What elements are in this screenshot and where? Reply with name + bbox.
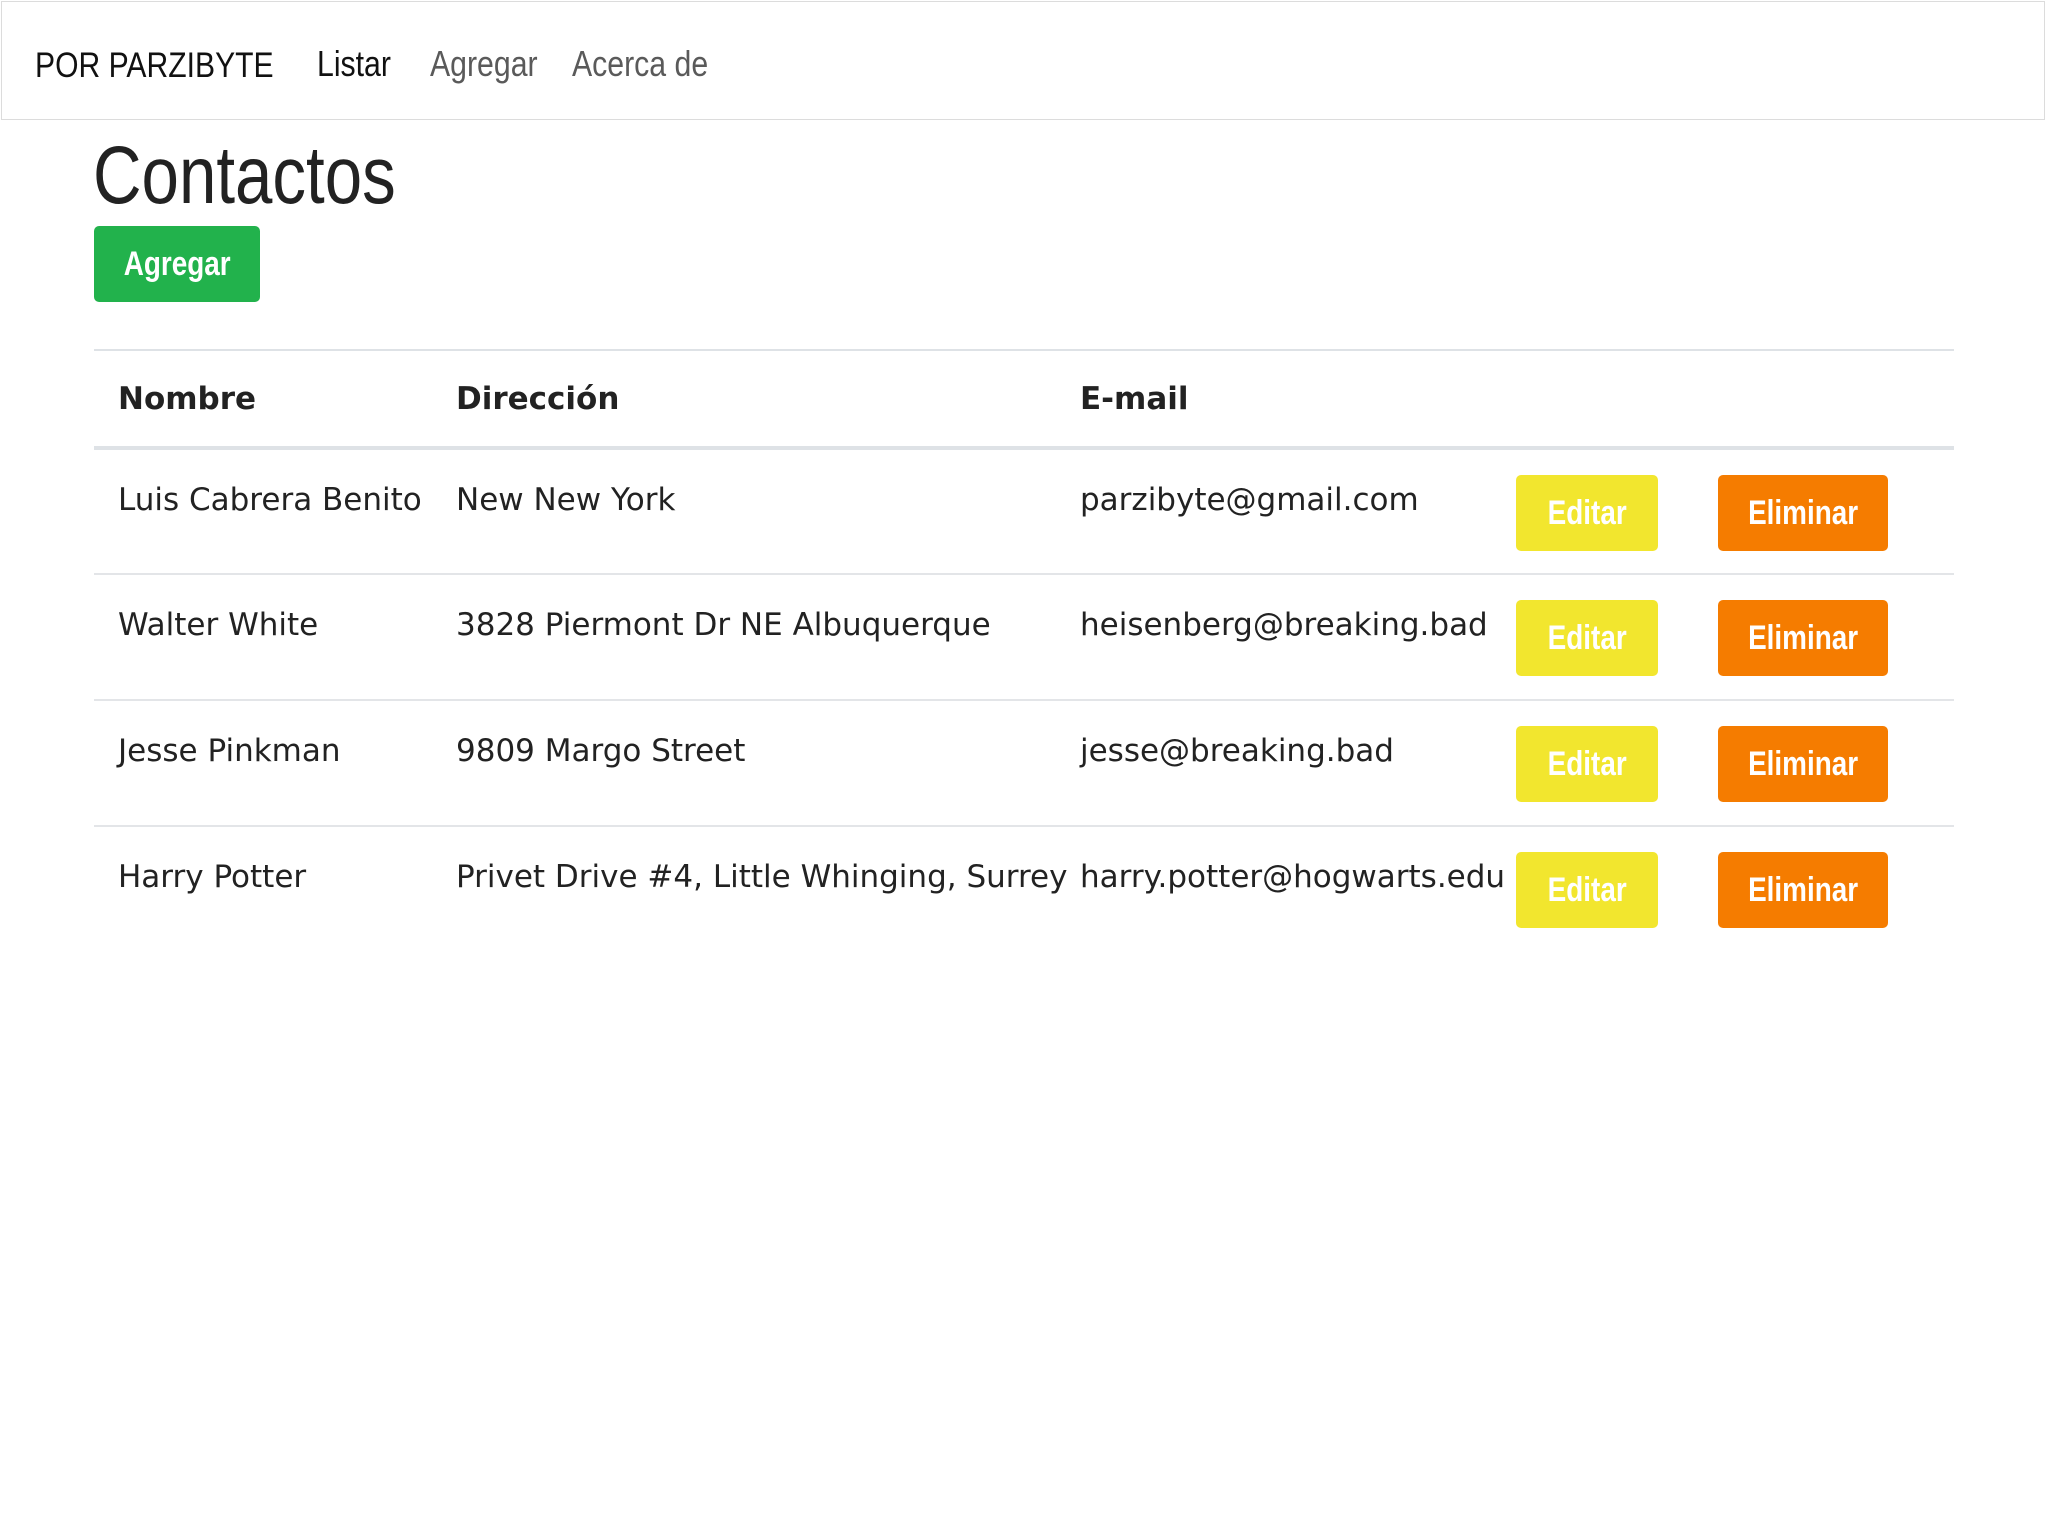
delete-button-label: Eliminar bbox=[1747, 745, 1859, 783]
cell-nombre: Luis Cabrera Benito bbox=[94, 448, 432, 575]
edit-button-label: Editar bbox=[1547, 619, 1627, 657]
table-row: Jesse Pinkman 9809 Margo Street jesse@br… bbox=[94, 700, 1954, 827]
edit-button-label: Editar bbox=[1547, 494, 1627, 532]
delete-button[interactable]: Eliminar bbox=[1718, 600, 1888, 676]
edit-button-label: Editar bbox=[1547, 871, 1627, 909]
nav-item-listar[interactable]: Listar bbox=[317, 42, 391, 86]
cell-email: harry.potter@hogwarts.edu bbox=[1080, 859, 1506, 895]
edit-button[interactable]: Editar bbox=[1516, 852, 1658, 928]
column-header-nombre: Nombre bbox=[94, 349, 432, 450]
cell-nombre: Walter White bbox=[94, 574, 432, 701]
table-row: Walter White 3828 Piermont Dr NE Albuque… bbox=[94, 574, 1954, 701]
edit-button[interactable]: Editar bbox=[1516, 475, 1658, 551]
delete-button[interactable]: Eliminar bbox=[1718, 475, 1888, 551]
cell-nombre: Harry Potter bbox=[118, 859, 307, 895]
cell-direccion: 3828 Piermont Dr NE Albuquerque bbox=[432, 574, 1056, 701]
cell-actions: Editar Eliminar bbox=[1516, 826, 1954, 952]
edit-button-label: Editar bbox=[1547, 745, 1627, 783]
delete-button[interactable]: Eliminar bbox=[1718, 852, 1888, 928]
column-header-email: E-mail bbox=[1056, 349, 1516, 450]
cell-email: parzibyte@gmail.com bbox=[1056, 448, 1516, 575]
cell-nombre: Jesse Pinkman bbox=[94, 700, 432, 827]
column-header-actions bbox=[1516, 349, 1954, 450]
delete-button-label: Eliminar bbox=[1747, 619, 1859, 657]
cell-actions: Editar Eliminar bbox=[1516, 700, 1954, 827]
delete-button-label: Eliminar bbox=[1747, 494, 1859, 532]
top-navbar: POR PARZIBYTE Listar Agregar Acerca de bbox=[1, 1, 2045, 120]
nav-item-agregar[interactable]: Agregar bbox=[430, 42, 538, 86]
cell-direccion: Privet Drive #4, Little Whinging, Surrey bbox=[456, 859, 1068, 895]
cell-actions: Editar Eliminar bbox=[1516, 448, 1954, 575]
brand-logo-text[interactable]: POR PARZIBYTE bbox=[35, 44, 274, 88]
column-header-direccion: Dirección bbox=[432, 349, 1056, 450]
delete-button-label: Eliminar bbox=[1747, 871, 1859, 909]
table-header-row: Nombre Dirección E-mail bbox=[94, 349, 1954, 450]
cell-actions: Editar Eliminar bbox=[1516, 574, 1954, 701]
add-contact-button-label: Agregar bbox=[123, 245, 231, 283]
cell-direccion: New New York bbox=[432, 448, 1056, 575]
delete-button[interactable]: Eliminar bbox=[1718, 726, 1888, 802]
edit-button[interactable]: Editar bbox=[1516, 600, 1658, 676]
contacts-table: Nombre Dirección E-mail Luis Cabrera Ben… bbox=[94, 349, 1954, 952]
nav-item-acerca-de[interactable]: Acerca de bbox=[572, 42, 708, 86]
page-title: Contactos bbox=[93, 130, 396, 221]
cell-email: heisenberg@breaking.bad bbox=[1056, 574, 1516, 701]
cell-direccion: 9809 Margo Street bbox=[432, 700, 1056, 827]
add-contact-button[interactable]: Agregar bbox=[94, 226, 260, 302]
contacts-table-container: Nombre Dirección E-mail Luis Cabrera Ben… bbox=[94, 349, 1954, 952]
cell-email: jesse@breaking.bad bbox=[1056, 700, 1516, 827]
edit-button[interactable]: Editar bbox=[1516, 726, 1658, 802]
table-row: Luis Cabrera Benito New New York parziby… bbox=[94, 448, 1954, 575]
table-row: Harry Potter Privet Drive #4, Little Whi… bbox=[94, 826, 1954, 952]
